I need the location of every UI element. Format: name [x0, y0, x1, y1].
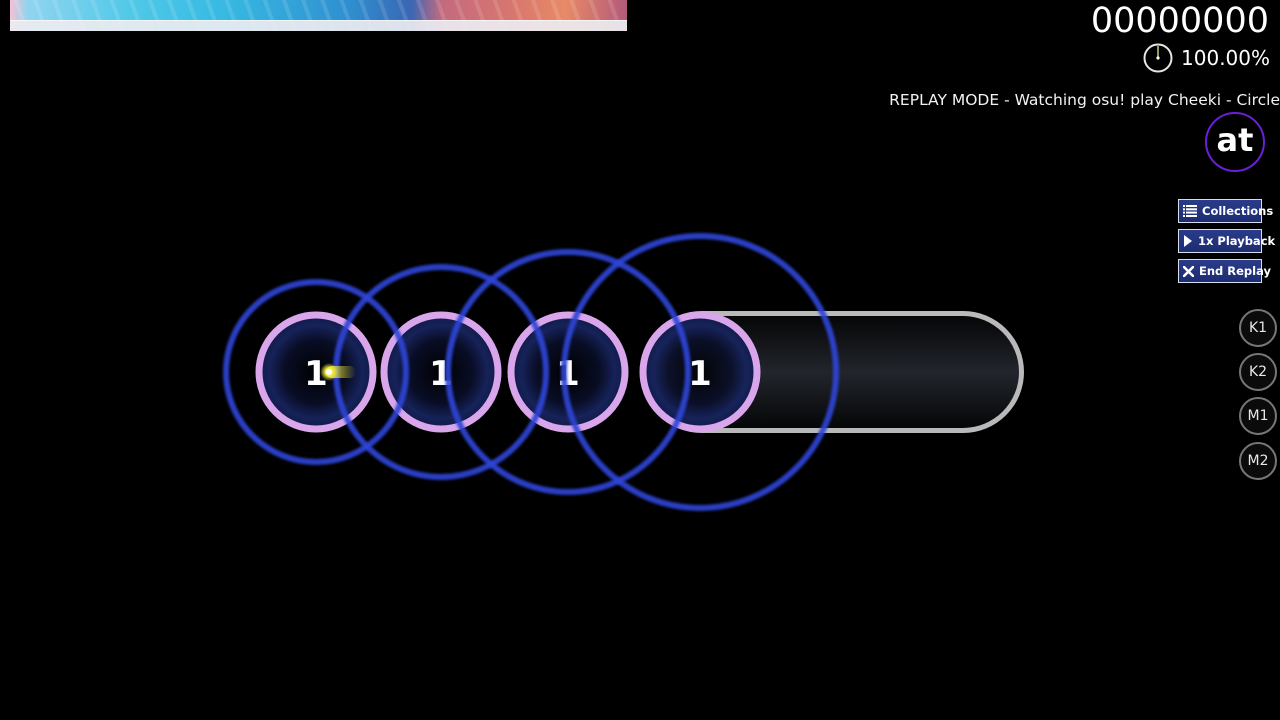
playback-speed-label: 1x Playback — [1198, 234, 1276, 248]
end-replay-button[interactable]: End Replay — [1178, 259, 1271, 283]
mod-label: at — [1216, 121, 1254, 159]
autoplay-mod-icon: at — [1205, 112, 1265, 172]
collections-label: Collections — [1202, 204, 1274, 218]
close-icon — [1183, 265, 1194, 277]
key-overlay-m1: M1 — [1239, 397, 1277, 435]
hit-circle: 1 — [380, 311, 502, 433]
play-icon — [1183, 235, 1193, 247]
list-icon — [1183, 205, 1197, 217]
accuracy-row: 100.00% — [1143, 42, 1270, 74]
collections-button[interactable]: Collections — [1178, 199, 1273, 223]
playback-speed-button[interactable]: 1x Playback — [1178, 229, 1275, 253]
combo-number: 1 — [556, 354, 580, 394]
cursor-center — [326, 369, 332, 375]
hit-circle: 1 — [255, 311, 377, 433]
gameplay-screen: 1111 00000000 100.00% REPLAY MODE - Watc… — [0, 0, 1280, 720]
score-counter: 00000000 — [1090, 1, 1269, 41]
key-overlay-m2: M2 — [1239, 442, 1277, 480]
key-overlay-k2: K2 — [1239, 353, 1277, 391]
key-overlay-k1: K1 — [1239, 309, 1277, 347]
song-progress-pie-icon — [1143, 43, 1173, 73]
replay-mode-banner: REPLAY MODE - Watching osu! play Cheeki … — [889, 91, 1280, 109]
slider-head: 1 — [639, 311, 761, 433]
end-replay-label: End Replay — [1199, 264, 1272, 278]
accuracy-display: 100.00% — [1181, 46, 1270, 70]
combo-number: 1 — [688, 354, 712, 394]
